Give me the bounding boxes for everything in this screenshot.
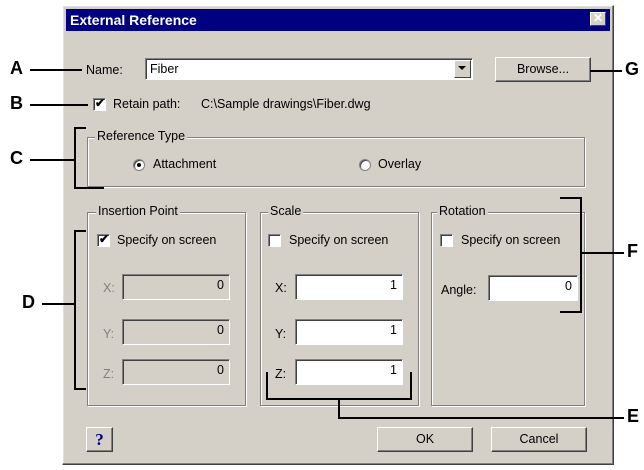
callout-e-stem	[338, 400, 340, 419]
callout-d-bracket-bottom	[74, 388, 86, 390]
insertion-specify-label: Specify on screen	[117, 233, 217, 247]
insertion-specify-checkbox[interactable]: ✔	[97, 232, 110, 247]
name-combobox[interactable]: Fiber	[145, 58, 473, 80]
scale-x-value: 1	[390, 278, 397, 292]
retain-path-label: Retain path:	[113, 97, 181, 111]
reference-type-title: Reference Type	[95, 129, 188, 143]
insertion-z-value: 0	[217, 363, 224, 377]
rotation-specify-label: Specify on screen	[461, 233, 561, 247]
callout-b-line	[30, 104, 88, 106]
close-button[interactable]: ✕	[590, 11, 606, 26]
callout-e-bracket-right	[410, 372, 412, 400]
callout-d: D	[22, 292, 35, 312]
callout-c-bracket-bottom	[74, 187, 104, 189]
insertion-y-label: Y:	[103, 327, 115, 341]
rotation-specify-checkbox[interactable]	[440, 234, 453, 247]
browse-button[interactable]: Browse...	[495, 57, 591, 82]
scale-z-input[interactable]: 1	[295, 359, 403, 385]
callout-f-bracket-top	[560, 197, 582, 199]
cancel-label: Cancel	[519, 432, 559, 446]
scale-y-input[interactable]: 1	[295, 319, 403, 345]
callout-e-line	[338, 417, 624, 419]
retain-path-value: C:\Sample drawings\Fiber.dwg	[201, 97, 371, 111]
callout-d-bracket-top	[74, 230, 86, 232]
callout-e: E	[627, 406, 640, 426]
callout-g-line	[590, 70, 622, 72]
scale-y-value: 1	[390, 323, 397, 337]
callout-g: G	[625, 59, 640, 79]
insertion-x-label: X:	[103, 281, 115, 295]
retain-path-checkbox[interactable]: ✔	[93, 96, 106, 111]
dialog-title: External Reference	[70, 12, 197, 28]
angle-value: 0	[565, 279, 572, 293]
help-button[interactable]: ?	[86, 427, 113, 452]
callout-f-line	[582, 252, 624, 254]
external-reference-dialog: External Reference ✕ Name: Fiber Browse.…	[62, 5, 614, 465]
close-icon: ✕	[593, 11, 604, 25]
callout-c-bracket	[74, 127, 76, 189]
callout-a: A	[10, 58, 23, 78]
scale-specify-label: Specify on screen	[289, 233, 389, 247]
insertion-x-input: 0	[122, 274, 230, 300]
help-icon: ?	[95, 430, 104, 449]
scale-x-label: X:	[275, 281, 287, 295]
scale-z-label: Z:	[275, 367, 287, 381]
insertion-y-value: 0	[217, 323, 224, 337]
overlay-label: Overlay	[378, 157, 422, 171]
scale-z-value: 1	[390, 363, 397, 377]
name-dropdown-button[interactable]	[454, 60, 471, 78]
callout-d-line	[42, 303, 74, 305]
radio-selected-dot	[137, 163, 141, 167]
callout-c-bracket-top	[74, 127, 86, 129]
attachment-radio[interactable]	[133, 159, 145, 171]
scale-title: Scale	[268, 204, 304, 218]
insertion-x-value: 0	[217, 278, 224, 292]
callout-b: B	[10, 93, 23, 113]
callout-d-bracket	[74, 230, 76, 390]
cancel-button[interactable]: Cancel	[491, 427, 587, 452]
scale-y-label: Y:	[275, 327, 287, 341]
callout-a-line	[30, 69, 82, 71]
scale-specify-checkbox[interactable]	[268, 234, 281, 247]
insertion-point-title: Insertion Point	[96, 204, 180, 218]
scale-x-input[interactable]: 1	[295, 274, 403, 300]
insertion-y-input: 0	[122, 319, 230, 345]
angle-label: Angle:	[441, 283, 477, 297]
ok-button[interactable]: OK	[377, 427, 473, 452]
callout-c: C	[10, 148, 23, 168]
checkmark-icon: ✔	[95, 96, 106, 110]
name-value: Fiber	[150, 62, 179, 76]
rotation-title: Rotation	[437, 204, 488, 218]
callout-c-line	[30, 159, 74, 161]
insertion-z-input: 0	[122, 359, 230, 385]
checkmark-icon: ✔	[99, 232, 110, 246]
attachment-label: Attachment	[153, 157, 217, 171]
name-label: Name:	[86, 63, 123, 77]
callout-e-bracket	[266, 398, 412, 400]
callout-f-bracket-bottom	[560, 311, 582, 313]
insertion-z-label: Z:	[103, 367, 115, 381]
browse-label: Browse...	[516, 62, 570, 76]
chevron-down-icon	[458, 66, 466, 70]
ok-label: OK	[415, 432, 435, 446]
angle-input[interactable]: 0	[488, 275, 578, 301]
callout-e-bracket-left	[266, 372, 268, 400]
callout-f-bracket	[580, 197, 582, 313]
callout-f: F	[627, 241, 638, 261]
title-bar[interactable]: External Reference ✕	[66, 9, 610, 31]
overlay-radio[interactable]	[359, 159, 371, 171]
